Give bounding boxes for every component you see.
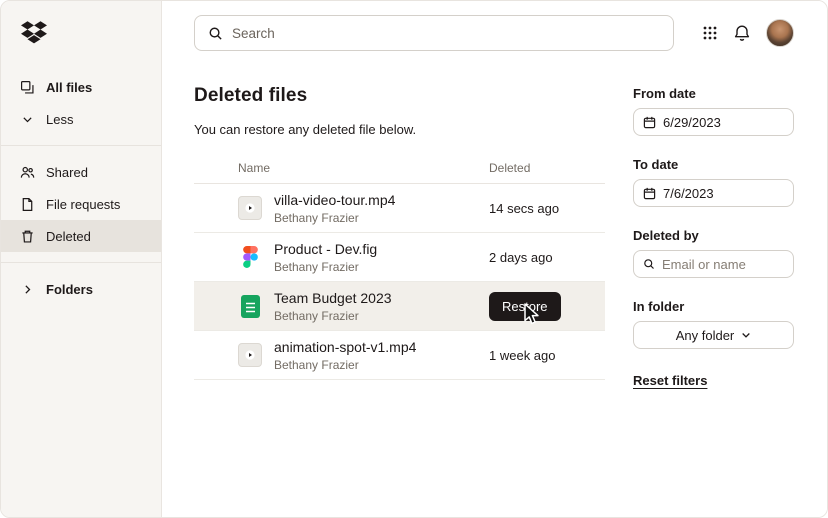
table-row[interactable]: villa-video-tour.mp4 Bethany Frazier 14 …: [194, 184, 605, 233]
content: Deleted files You can restore any delete…: [194, 73, 794, 517]
file-request-icon: [19, 196, 35, 212]
app-window: All files Less Shared File requests Dele…: [0, 0, 828, 518]
file-cell: animation-spot-v1.mp4 Bethany Frazier: [238, 339, 489, 372]
action-cell: Restore: [489, 291, 605, 321]
topbar: [194, 15, 794, 51]
column-header-deleted: Deleted: [489, 161, 531, 175]
dropbox-logo[interactable]: [1, 19, 161, 71]
file-cell: villa-video-tour.mp4 Bethany Frazier: [238, 192, 489, 225]
calendar-icon: [643, 187, 656, 200]
deleted-time: 14 secs ago: [489, 200, 560, 216]
bell-icon[interactable]: [733, 24, 751, 42]
to-date-field[interactable]: [633, 179, 794, 207]
sidebar-item-label: Shared: [46, 164, 88, 180]
deleted-by-input[interactable]: [662, 256, 784, 272]
search-icon: [208, 26, 223, 41]
file-name: Product - Dev.fig: [274, 240, 378, 257]
main-area: Deleted files You can restore any delete…: [162, 1, 827, 517]
sidebar-item-deleted[interactable]: Deleted: [1, 220, 161, 252]
file-name: Team Budget 2023: [274, 289, 392, 306]
page-title: Deleted files: [194, 85, 308, 106]
divider: [1, 262, 161, 263]
file-owner: Bethany Frazier: [274, 308, 359, 323]
people-icon: [19, 164, 35, 180]
table-row[interactable]: Team Budget 2023 Bethany Frazier Restore: [194, 282, 605, 331]
file-cell: Team Budget 2023 Bethany Frazier: [238, 290, 489, 323]
reset-filters-link[interactable]: Reset filters: [633, 373, 707, 388]
avatar[interactable]: [766, 19, 794, 47]
file-owner: Bethany Frazier: [274, 210, 359, 225]
file-cell: Product - Dev.fig Bethany Frazier: [238, 241, 489, 274]
search-input[interactable]: [232, 25, 660, 41]
from-date-field[interactable]: [633, 108, 794, 136]
sidebar-item-label: All files: [46, 79, 93, 95]
sidebar-item-label: Less: [46, 111, 74, 127]
video-file-icon: [238, 196, 262, 220]
file-name: villa-video-tour.mp4: [274, 191, 396, 208]
calendar-icon: [643, 116, 656, 129]
file-name: animation-spot-v1.mp4: [274, 338, 417, 355]
table-row[interactable]: animation-spot-v1.mp4 Bethany Frazier 1 …: [194, 331, 605, 380]
search-icon: [643, 258, 655, 270]
spreadsheet-file-icon: [238, 294, 262, 318]
video-file-icon: [238, 343, 262, 367]
sidebar-item-label: Folders: [46, 281, 93, 297]
topbar-actions: [702, 19, 794, 47]
file-owner: Bethany Frazier: [274, 259, 359, 274]
sidebar: All files Less Shared File requests Dele…: [1, 1, 162, 517]
from-date-label: From date: [633, 86, 696, 101]
deleted-files-table: Name Deleted villa-video-tour.mp4 Bethan…: [194, 161, 605, 380]
column-header-name: Name: [238, 161, 271, 175]
deleted-by-field[interactable]: [633, 250, 794, 278]
page-subtitle: You can restore any deleted file below.: [194, 122, 417, 137]
chevron-right-icon: [19, 281, 35, 297]
file-owner: Bethany Frazier: [274, 357, 359, 372]
deleted-time: 1 week ago: [489, 347, 556, 363]
sidebar-item-label: Deleted: [46, 228, 91, 244]
restore-button[interactable]: Restore: [489, 291, 561, 321]
chevron-down-icon: [19, 111, 35, 127]
deleted-time: 2 days ago: [489, 249, 553, 265]
in-folder-label: In folder: [633, 299, 685, 314]
sidebar-item-label: File requests: [46, 196, 121, 212]
sidebar-item-less[interactable]: Less: [1, 103, 161, 135]
sidebar-item-folders[interactable]: Folders: [1, 273, 161, 305]
search-box[interactable]: [194, 15, 674, 51]
deleted-by-label: Deleted by: [633, 228, 699, 243]
table-header: Name Deleted: [194, 161, 605, 184]
divider: [1, 145, 161, 146]
sidebar-item-file-requests[interactable]: File requests: [1, 188, 161, 220]
folder-select[interactable]: Any folder: [633, 321, 794, 349]
folder-select-value: Any folder: [675, 327, 735, 343]
trash-icon: [19, 228, 35, 244]
apps-grid-icon[interactable]: [702, 25, 718, 41]
from-date-input[interactable]: [663, 114, 784, 130]
chevron-down-icon: [741, 330, 751, 340]
sidebar-item-all-files[interactable]: All files: [1, 71, 161, 103]
filters-panel: From date To date: [633, 73, 794, 517]
figma-file-icon: [238, 245, 262, 269]
sidebar-item-shared[interactable]: Shared: [1, 156, 161, 188]
table-row[interactable]: Product - Dev.fig Bethany Frazier 2 days…: [194, 233, 605, 282]
all-files-icon: [19, 79, 35, 95]
deleted-files-section: Deleted files You can restore any delete…: [194, 73, 605, 517]
to-date-input[interactable]: [663, 185, 784, 201]
to-date-label: To date: [633, 157, 679, 172]
